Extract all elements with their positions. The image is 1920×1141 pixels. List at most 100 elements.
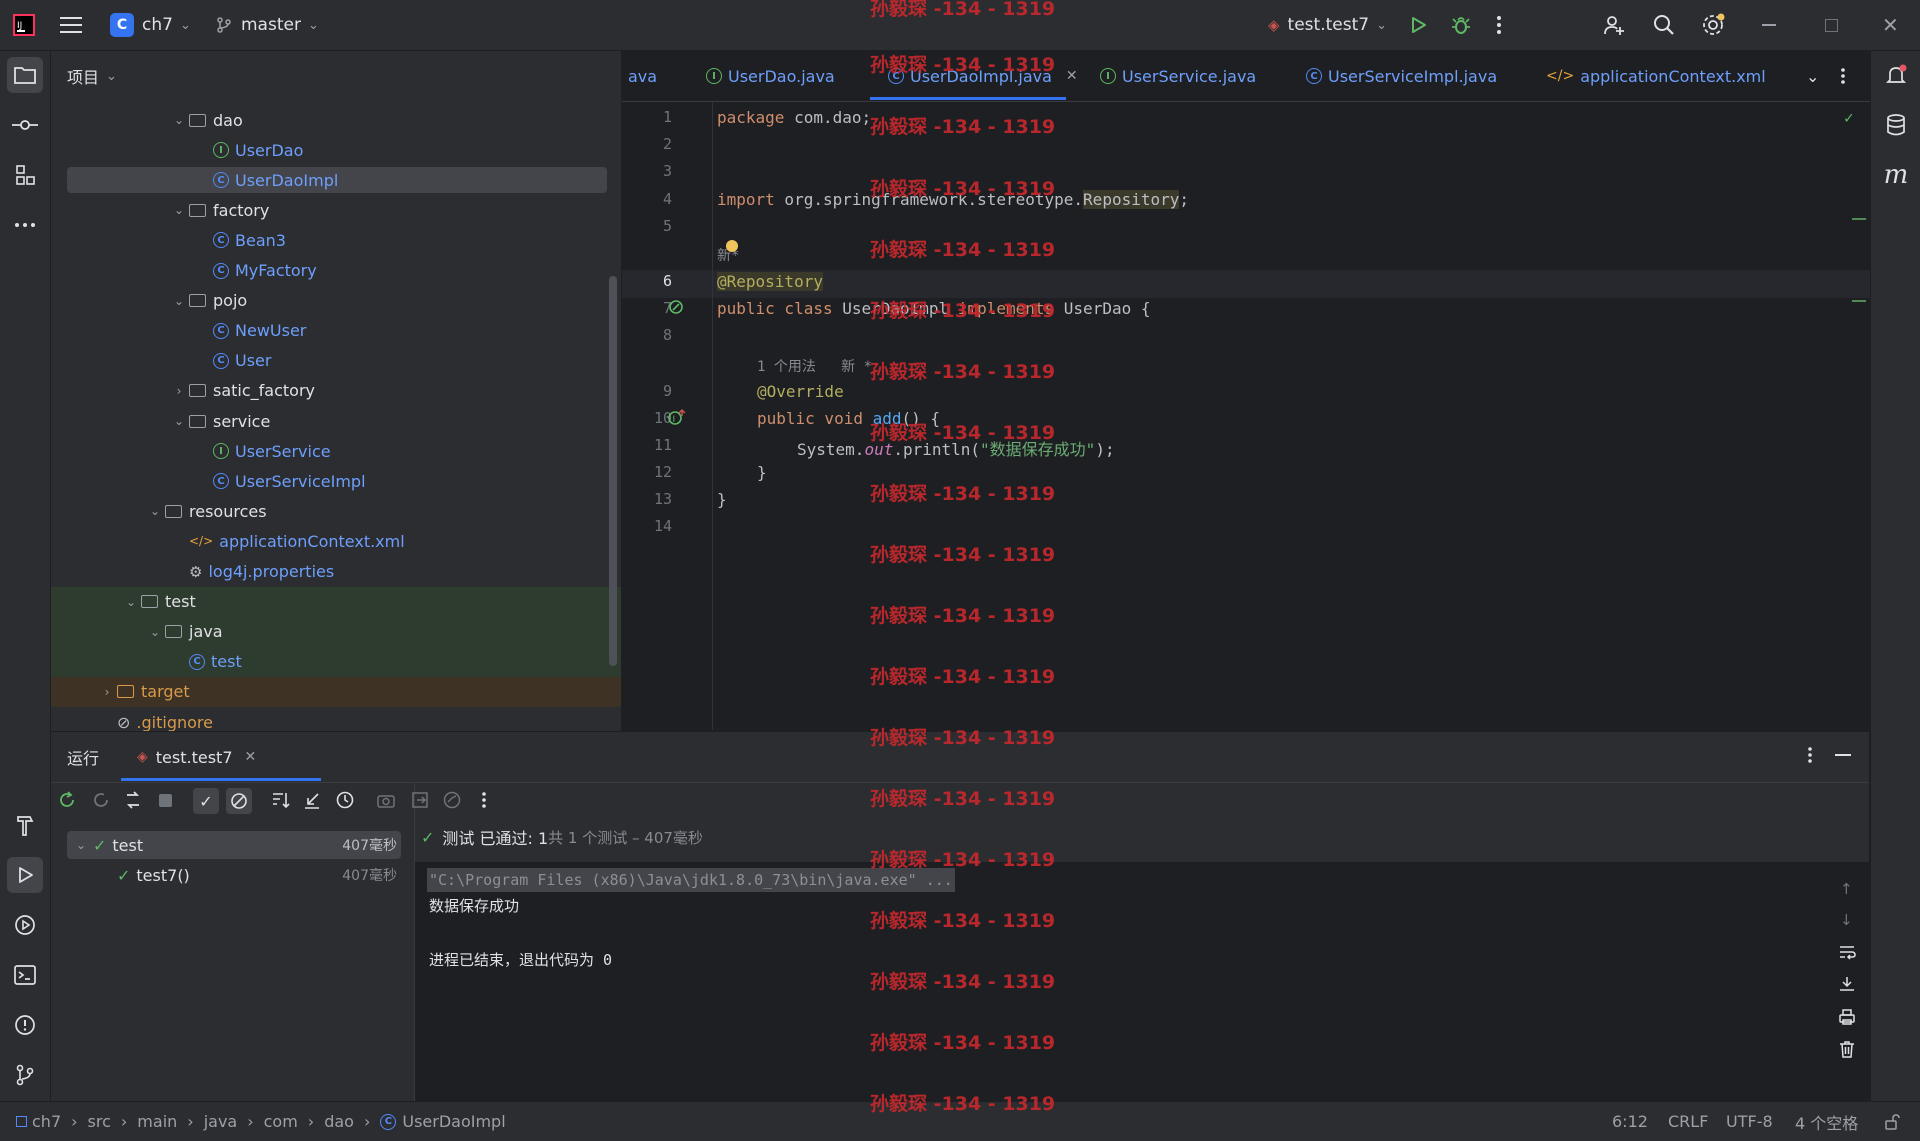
line-number[interactable]: 8 [622, 326, 672, 344]
project-selector[interactable]: C ch7 ⌄ [110, 0, 191, 50]
trash-icon[interactable] [1839, 1040, 1855, 1062]
tree-item[interactable]: › target [97, 677, 190, 707]
chevron-down-icon[interactable]: ⌄ [169, 113, 189, 127]
git-icon[interactable] [7, 1057, 43, 1093]
add-user-icon[interactable] [1602, 0, 1626, 50]
line-number[interactable]: 6 [622, 272, 672, 290]
run-tool-icon[interactable] [7, 857, 43, 893]
more-actions-icon[interactable] [1496, 0, 1502, 50]
run-panel-options-icon[interactable] [1807, 746, 1813, 768]
breadcrumb-item[interactable]: com [264, 1112, 298, 1131]
hide-panel-icon[interactable] [1835, 754, 1851, 756]
tree-item[interactable]: ⌄ factory [169, 195, 269, 225]
line-number[interactable]: 4 [622, 190, 672, 208]
tab-applicationcontext[interactable]: </> applicationContext.xml [1546, 51, 1766, 101]
breadcrumb-item[interactable]: UserDaoImpl [402, 1112, 505, 1131]
build-hammer-icon[interactable] [7, 807, 43, 843]
export-icon[interactable] [408, 788, 432, 812]
run-config-selector[interactable]: ◈ test.test7 ⌄ [1268, 0, 1387, 50]
structure-icon[interactable] [7, 157, 43, 193]
console-output[interactable]: "C:\Program Files (x86)\Java\jdk1.8.0_73… [415, 862, 1869, 1101]
line-number[interactable]: 9 [622, 382, 672, 400]
coverage-icon[interactable] [440, 788, 464, 812]
show-passed-icon[interactable]: ✓ [193, 788, 219, 814]
breadcrumb-item[interactable]: java [204, 1112, 238, 1131]
no-problems-check-icon[interactable]: ✓ [1844, 108, 1854, 127]
breadcrumb-item[interactable]: ch7 [32, 1112, 61, 1131]
run-button[interactable] [1408, 0, 1428, 50]
search-icon[interactable] [1652, 0, 1676, 50]
tab-truncated[interactable]: ava [628, 51, 657, 101]
history-icon[interactable] [333, 788, 357, 812]
database-icon[interactable] [1878, 107, 1914, 143]
line-number[interactable]: 12 [622, 463, 672, 481]
tree-item[interactable]: C UserServiceImpl [193, 466, 366, 496]
chevron-down-icon[interactable]: ⌄ [145, 504, 165, 518]
tree-item[interactable]: I UserService [193, 436, 331, 466]
tree-item[interactable]: ⌄ dao [169, 105, 243, 135]
camera-icon[interactable] [374, 788, 398, 812]
test-row-test7[interactable]: ✓ test7() 407毫秒 [71, 860, 401, 890]
rerun-failed-icon[interactable] [89, 788, 113, 812]
tab-userservice[interactable]: I UserService.java [1100, 51, 1256, 101]
breadcrumb-item[interactable]: main [137, 1112, 177, 1131]
toggle-auto-test-icon[interactable] [121, 788, 145, 812]
scroll-down-icon[interactable]: ↓ [1840, 911, 1853, 929]
import-tests-icon[interactable] [300, 788, 324, 812]
line-number[interactable]: 10 [622, 409, 672, 427]
tab-options-icon[interactable] [1840, 51, 1846, 101]
tree-item[interactable]: C NewUser [193, 316, 306, 346]
chevron-down-icon[interactable]: ⌄ [121, 595, 141, 609]
breadcrumb-item[interactable]: dao [324, 1112, 354, 1131]
tree-item[interactable]: C UserDaoImpl [193, 165, 338, 195]
chevron-down-icon[interactable]: ⌄ [169, 203, 189, 217]
line-number[interactable]: 14 [622, 517, 672, 535]
tree-item[interactable]: ⌄ resources [145, 496, 267, 526]
tree-item[interactable]: › satic_factory [169, 376, 315, 406]
tree-item[interactable]: ⌄ pojo [169, 286, 247, 316]
branch-selector[interactable]: master ⌄ [215, 0, 319, 50]
tree-item[interactable]: I UserDao [193, 135, 303, 165]
close-tab-icon[interactable]: ✕ [245, 749, 257, 765]
implements-gutter-icon[interactable]: I [667, 408, 687, 430]
close-window-icon[interactable]: ✕ [1882, 0, 1899, 50]
close-tab-icon[interactable]: ✕ [1066, 68, 1078, 84]
line-number[interactable]: 3 [622, 162, 672, 180]
run-tab-test7[interactable]: ◈ test.test7 ✕ [137, 732, 256, 782]
debug-button[interactable] [1450, 0, 1472, 50]
soft-wrap-icon[interactable] [1838, 944, 1856, 964]
project-folder-icon[interactable] [7, 57, 43, 93]
chevron-down-icon[interactable]: ⌄ [145, 625, 165, 639]
line-number[interactable]: 11 [622, 436, 672, 454]
terminal-icon[interactable] [7, 957, 43, 993]
restore-window-icon[interactable] [1825, 0, 1838, 50]
indent-setting[interactable]: 4 个空格 [1795, 1102, 1858, 1141]
minimize-window-icon[interactable] [1762, 0, 1776, 50]
readonly-lock-icon[interactable] [1884, 1102, 1900, 1141]
settings-gear-icon[interactable] [1700, 0, 1726, 50]
tree-item[interactable]: Ctest [169, 647, 242, 677]
chevron-right-icon[interactable]: › [97, 685, 117, 699]
services-icon[interactable] [7, 907, 43, 943]
more-run-actions-icon[interactable] [472, 788, 496, 812]
test-row-root[interactable]: ⌄ ✓ test 407毫秒 [71, 830, 401, 860]
tree-item[interactable]: ⚙ log4j.properties [169, 557, 334, 587]
chevron-down-icon[interactable]: ⌄ [169, 294, 189, 308]
app-logo-icon[interactable]: IJ [12, 0, 36, 50]
notifications-bell-icon[interactable] [1878, 57, 1914, 93]
rerun-icon[interactable] [55, 788, 79, 812]
stop-icon[interactable] [153, 788, 177, 812]
tree-item[interactable]: C User [193, 346, 271, 376]
line-separator[interactable]: CRLF [1668, 1102, 1708, 1141]
tree-item[interactable]: ⌄ test [121, 587, 196, 617]
tree-item[interactable]: ⌄ service [169, 406, 270, 436]
bean-gutter-icon[interactable] [667, 298, 687, 322]
line-number[interactable]: 2 [622, 135, 672, 153]
scroll-to-end-icon[interactable] [1838, 976, 1856, 996]
tree-item[interactable]: </> applicationContext.xml [169, 526, 405, 556]
show-ignored-icon[interactable] [226, 788, 252, 814]
tree-item[interactable]: ⌄ java [145, 617, 223, 647]
inlay-hint-usages[interactable]: 1 个用法 新 * [757, 356, 872, 376]
tree-scrollbar[interactable] [609, 276, 617, 666]
main-menu-icon[interactable] [60, 0, 82, 50]
